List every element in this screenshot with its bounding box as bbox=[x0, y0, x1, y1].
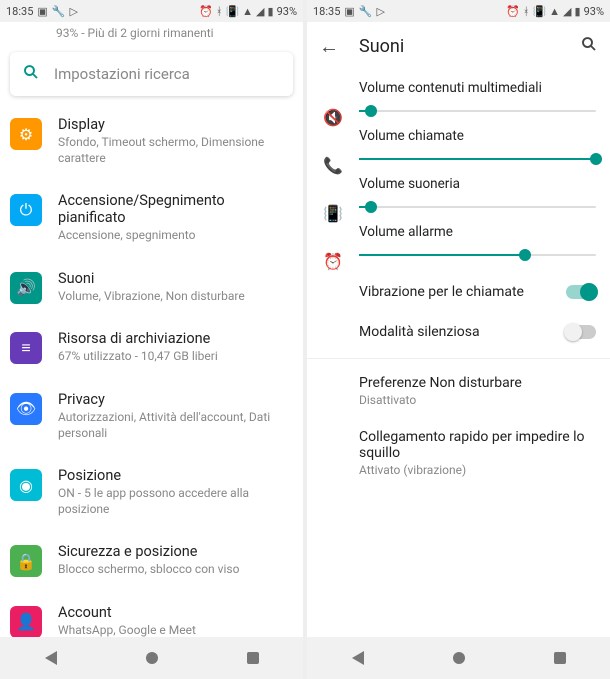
left-phone-screen: 18:35 ▣ 🔧 ▷ ⏰ ᚼ 📳 ▲ ◢ ▮ 93% 93% - Più di… bbox=[0, 0, 303, 679]
search-icon[interactable] bbox=[580, 35, 598, 58]
alarm-icon: ⏰ bbox=[506, 6, 520, 17]
nav-back-icon[interactable] bbox=[352, 651, 364, 665]
slider-media-volume: Volume contenuti multimediali 🔇 bbox=[359, 80, 596, 112]
wrench-icon: 🔧 bbox=[52, 6, 66, 17]
app-bar: ← Suoni bbox=[307, 22, 610, 70]
settings-item-privacy[interactable]: 👁 Privacy Autorizzazioni, Attività dell'… bbox=[0, 379, 303, 455]
nav-bar bbox=[307, 637, 610, 679]
nav-recent-icon[interactable] bbox=[554, 652, 566, 664]
search-settings[interactable]: Impostazioni ricerca bbox=[10, 52, 293, 96]
settings-item-display[interactable]: ⚙ Display Sfondo, Timeout schermo, Dimen… bbox=[0, 104, 303, 180]
image-icon: ▣ bbox=[37, 6, 47, 17]
page-title: Suoni bbox=[359, 36, 404, 57]
battery-icon: ▮ bbox=[268, 6, 274, 17]
media-slider[interactable] bbox=[359, 110, 596, 112]
pref-dnd[interactable]: Preferenze Non disturbare Disattivato bbox=[359, 365, 596, 419]
vibrate-icon: 📳 bbox=[532, 6, 546, 17]
toggle-off-icon bbox=[566, 325, 596, 339]
slider-calls-volume: Volume chiamate 📞 bbox=[359, 128, 596, 160]
location-icon: ◉ bbox=[10, 469, 42, 501]
privacy-icon: 👁 bbox=[10, 393, 42, 425]
settings-item-power-schedule[interactable]: ⏻ Accensione/Spegnimento pianificato Acc… bbox=[0, 180, 303, 258]
status-time: 18:35 bbox=[6, 5, 33, 18]
pref-ring-shortcut[interactable]: Collegamento rapido per impedire lo squi… bbox=[359, 419, 596, 489]
switch-vibrate-calls[interactable]: Vibrazione per le chiamate bbox=[359, 272, 596, 312]
power-icon: ⏻ bbox=[10, 194, 42, 226]
search-icon bbox=[22, 63, 40, 86]
settings-item-account[interactable]: 👤 Account WhatsApp, Google e Meet bbox=[0, 592, 303, 637]
play-icon: ▷ bbox=[377, 6, 385, 17]
battery-icon: ▮ bbox=[575, 6, 581, 17]
play-icon: ▷ bbox=[70, 6, 78, 17]
bluetooth-icon: ᚼ bbox=[216, 6, 223, 17]
status-bar: 18:35 ▣ 🔧 ▷ ⏰ ᚼ 📳 ▲ ◢ ▮ 93% bbox=[0, 0, 303, 22]
battery-text: 93% bbox=[277, 5, 297, 18]
settings-list: 93% - Più di 2 giorni rimanenti Impostaz… bbox=[0, 22, 303, 637]
search-placeholder: Impostazioni ricerca bbox=[54, 65, 190, 83]
phone-icon: 📞 bbox=[323, 156, 343, 175]
settings-item-location[interactable]: ◉ Posizione ON - 5 le app possono accede… bbox=[0, 455, 303, 531]
account-icon: 👤 bbox=[10, 606, 42, 637]
toggle-on-icon bbox=[566, 285, 596, 299]
switch-silent-mode[interactable]: Modalità silenziosa bbox=[359, 312, 596, 352]
security-icon: 🔒 bbox=[10, 545, 42, 577]
settings-item-storage[interactable]: ≡ Risorsa di archiviazione 67% utilizzat… bbox=[0, 318, 303, 379]
storage-icon: ≡ bbox=[10, 332, 42, 364]
alarm-slider[interactable] bbox=[359, 254, 596, 256]
image-icon: ▣ bbox=[344, 6, 354, 17]
calls-slider[interactable] bbox=[359, 158, 596, 160]
back-icon[interactable]: ← bbox=[319, 34, 339, 59]
ring-slider[interactable] bbox=[359, 206, 596, 208]
signal-icon: ◢ bbox=[563, 6, 571, 17]
alarm-clock-icon: ⏰ bbox=[323, 252, 343, 271]
alarm-icon: ⏰ bbox=[199, 6, 213, 17]
slider-ring-volume: Volume suoneria 📳 bbox=[359, 176, 596, 208]
nav-recent-icon[interactable] bbox=[247, 652, 259, 664]
bluetooth-icon: ᚼ bbox=[523, 6, 530, 17]
vibrate-icon: 📳 bbox=[323, 204, 343, 223]
media-mute-icon: 🔇 bbox=[323, 108, 343, 127]
nav-home-icon[interactable] bbox=[453, 652, 465, 664]
sound-icon: 🔊 bbox=[10, 272, 42, 304]
settings-item-security[interactable]: 🔒 Sicurezza e posizione Blocco schermo, … bbox=[0, 531, 303, 592]
wifi-icon: ▲ bbox=[549, 6, 560, 17]
divider bbox=[307, 358, 610, 359]
settings-item-sounds[interactable]: 🔊 Suoni Volume, Vibrazione, Non disturba… bbox=[0, 258, 303, 319]
vibrate-icon: 📳 bbox=[225, 6, 239, 17]
nav-bar bbox=[0, 637, 303, 679]
right-phone-screen: 18:35 ▣ 🔧 ▷ ⏰ ᚼ 📳 ▲ ◢ ▮ 93% ← Suoni Volu… bbox=[307, 0, 610, 679]
status-time: 18:35 bbox=[313, 5, 340, 18]
slider-alarm-volume: Volume allarme ⏰ bbox=[359, 224, 596, 256]
wrench-icon: 🔧 bbox=[359, 6, 373, 17]
wifi-icon: ▲ bbox=[242, 6, 253, 17]
signal-icon: ◢ bbox=[256, 6, 264, 17]
display-icon: ⚙ bbox=[10, 118, 42, 150]
partial-battery-subtitle: 93% - Più di 2 giorni rimanenti bbox=[0, 22, 303, 46]
nav-back-icon[interactable] bbox=[45, 651, 57, 665]
nav-home-icon[interactable] bbox=[146, 652, 158, 664]
status-bar: 18:35 ▣ 🔧 ▷ ⏰ ᚼ 📳 ▲ ◢ ▮ 93% bbox=[307, 0, 610, 22]
battery-text: 93% bbox=[584, 5, 604, 18]
